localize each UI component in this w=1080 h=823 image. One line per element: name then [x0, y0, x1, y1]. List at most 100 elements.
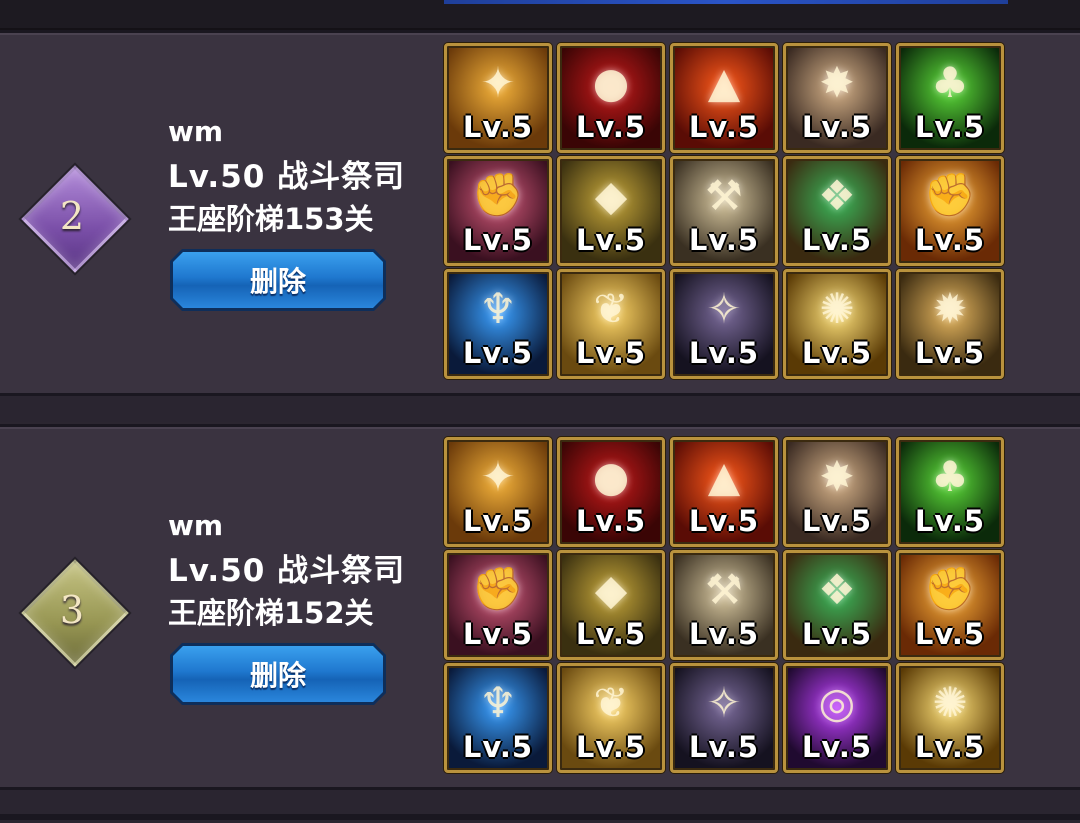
skill-slot[interactable]: ❦ Lv.5	[557, 269, 665, 379]
shadow-dancer-icon: ✧	[706, 283, 742, 333]
skill-slot[interactable]: ❦ Lv.5	[557, 663, 665, 773]
skill-slot[interactable]: ▲ Lv.5	[670, 437, 778, 547]
delete-button[interactable]: 删除	[170, 249, 386, 311]
leaderboard-entry: 3 wm Lv.50 战斗祭司 王座阶梯152关 删除 ✦ Lv.5 ● Lv.5 ▲ L…	[0, 424, 1080, 790]
blood-orb-icon: ●	[592, 57, 630, 107]
player-name: wm	[168, 509, 224, 542]
skill-level: Lv.5	[801, 110, 873, 144]
skill-slot[interactable]: ♣ Lv.5	[896, 43, 1004, 153]
purple-vortex-icon: ◎	[818, 677, 856, 727]
skill-level: Lv.5	[801, 223, 873, 257]
skill-level: Lv.5	[801, 730, 873, 764]
skill-level: Lv.5	[914, 336, 986, 370]
skill-slot[interactable]: ▲ Lv.5	[670, 43, 778, 153]
skill-slot[interactable]: ✊ Lv.5	[444, 156, 552, 266]
skill-level: Lv.5	[688, 617, 760, 651]
skill-slot[interactable]: ✊ Lv.5	[896, 550, 1004, 660]
skill-slot[interactable]: ✊ Lv.5	[444, 550, 552, 660]
skill-level: Lv.5	[688, 730, 760, 764]
divider	[0, 814, 1080, 820]
player-name: wm	[168, 115, 224, 148]
skill-level: Lv.5	[462, 336, 534, 370]
player-level-class: Lv.50 战斗祭司	[168, 553, 406, 589]
skill-slot[interactable]: ◆ Lv.5	[557, 550, 665, 660]
previous-entry-skill-edge	[444, 0, 1008, 4]
skill-level: Lv.5	[914, 730, 986, 764]
leaderboard-entry: 2 wm Lv.50 战斗祭司 王座阶梯153关 删除 ✦ Lv.5 ● Lv.5 ▲ L…	[0, 30, 1080, 396]
golden-shield-icon: ◆	[594, 564, 628, 614]
holy-wings-icon: ❦	[593, 677, 629, 727]
next-entry-edge	[0, 790, 1080, 823]
skill-level: Lv.5	[575, 617, 647, 651]
skill-slot[interactable]: ✹ Lv.5	[896, 269, 1004, 379]
player-stage: 王座阶梯152关	[168, 596, 374, 630]
skill-slot[interactable]: ● Lv.5	[557, 43, 665, 153]
skill-level: Lv.5	[462, 223, 534, 257]
rank-number: 2	[59, 194, 85, 238]
radiant-burst-icon: ✺	[932, 677, 968, 727]
skill-level: Lv.5	[688, 223, 760, 257]
crimson-fist-icon: ✊	[471, 170, 525, 219]
golden-fist-icon: ✊	[923, 564, 977, 613]
skill-slot[interactable]: ✸ Lv.5	[783, 43, 891, 153]
golden-rune-icon: ✦	[480, 451, 516, 501]
holy-wings-icon: ❦	[593, 283, 629, 333]
silver-hammer-icon: ⚒	[705, 170, 743, 220]
skill-level: Lv.5	[914, 617, 986, 651]
skill-slot[interactable]: ♆ Lv.5	[444, 269, 552, 379]
delete-button[interactable]: 删除	[170, 643, 386, 705]
star-burst-icon: ✸	[819, 57, 855, 107]
skill-level: Lv.5	[688, 110, 760, 144]
skill-slot[interactable]: ✧ Lv.5	[670, 663, 778, 773]
skill-slot[interactable]: ✊ Lv.5	[896, 156, 1004, 266]
player-level-class: Lv.50 战斗祭司	[168, 159, 406, 195]
skill-slot[interactable]: ◆ Lv.5	[557, 156, 665, 266]
skill-level: Lv.5	[462, 730, 534, 764]
silver-hammer-icon: ⚒	[705, 564, 743, 614]
skill-slot[interactable]: ✺ Lv.5	[896, 663, 1004, 773]
skill-slot[interactable]: ❖ Lv.5	[783, 550, 891, 660]
skill-level: Lv.5	[462, 110, 534, 144]
delete-button-label: 删除	[173, 252, 383, 308]
flame-wings-icon: ▲	[707, 451, 741, 501]
skill-slot[interactable]: ❖ Lv.5	[783, 156, 891, 266]
flame-wings-icon: ▲	[707, 57, 741, 107]
skill-slot[interactable]: ● Lv.5	[557, 437, 665, 547]
green-flame-icon: ♣	[931, 451, 969, 501]
skill-level: Lv.5	[914, 223, 986, 257]
crimson-fist-icon: ✊	[471, 564, 525, 613]
skill-level: Lv.5	[462, 617, 534, 651]
skill-level: Lv.5	[688, 504, 760, 538]
rank-badge: 3	[21, 559, 129, 667]
skill-slot[interactable]: ✦ Lv.5	[444, 437, 552, 547]
skill-level: Lv.5	[914, 110, 986, 144]
skill-slot[interactable]: ✺ Lv.5	[783, 269, 891, 379]
golden-rune-icon: ✦	[480, 57, 516, 107]
skill-slot[interactable]: ✧ Lv.5	[670, 269, 778, 379]
skill-level: Lv.5	[575, 110, 647, 144]
emerald-vine-icon: ❖	[818, 564, 856, 614]
emerald-vine-icon: ❖	[818, 170, 856, 220]
radiant-burst-icon: ✺	[819, 283, 855, 333]
skill-grid: ✦ Lv.5 ● Lv.5 ▲ Lv.5 ✸ Lv.5 ♣ Lv.5 ✊ Lv.5 ◆ Lv.5 ⚒ Lv.5…	[444, 437, 1008, 777]
skill-slot[interactable]: ⚒ Lv.5	[670, 550, 778, 660]
skill-level: Lv.5	[801, 617, 873, 651]
skill-level: Lv.5	[688, 336, 760, 370]
skill-slot[interactable]: ⚒ Lv.5	[670, 156, 778, 266]
skill-slot[interactable]: ✸ Lv.5	[783, 437, 891, 547]
star-burst-icon: ✸	[819, 451, 855, 501]
rank-number: 3	[59, 588, 85, 632]
player-stage: 王座阶梯153关	[168, 202, 374, 236]
blue-spirit-icon: ♆	[479, 677, 517, 727]
skill-slot[interactable]: ◎ Lv.5	[783, 663, 891, 773]
skill-slot[interactable]: ♣ Lv.5	[896, 437, 1004, 547]
skill-slot[interactable]: ♆ Lv.5	[444, 663, 552, 773]
skill-slot[interactable]: ✦ Lv.5	[444, 43, 552, 153]
skill-grid: ✦ Lv.5 ● Lv.5 ▲ Lv.5 ✸ Lv.5 ♣ Lv.5 ✊ Lv.5 ◆ Lv.5 ⚒ Lv.5…	[444, 43, 1008, 383]
green-flame-icon: ♣	[931, 57, 969, 107]
blue-spirit-icon: ♆	[479, 283, 517, 333]
skill-level: Lv.5	[575, 730, 647, 764]
delete-button-label: 删除	[173, 646, 383, 702]
golden-shield-icon: ◆	[594, 170, 628, 220]
skill-level: Lv.5	[575, 504, 647, 538]
